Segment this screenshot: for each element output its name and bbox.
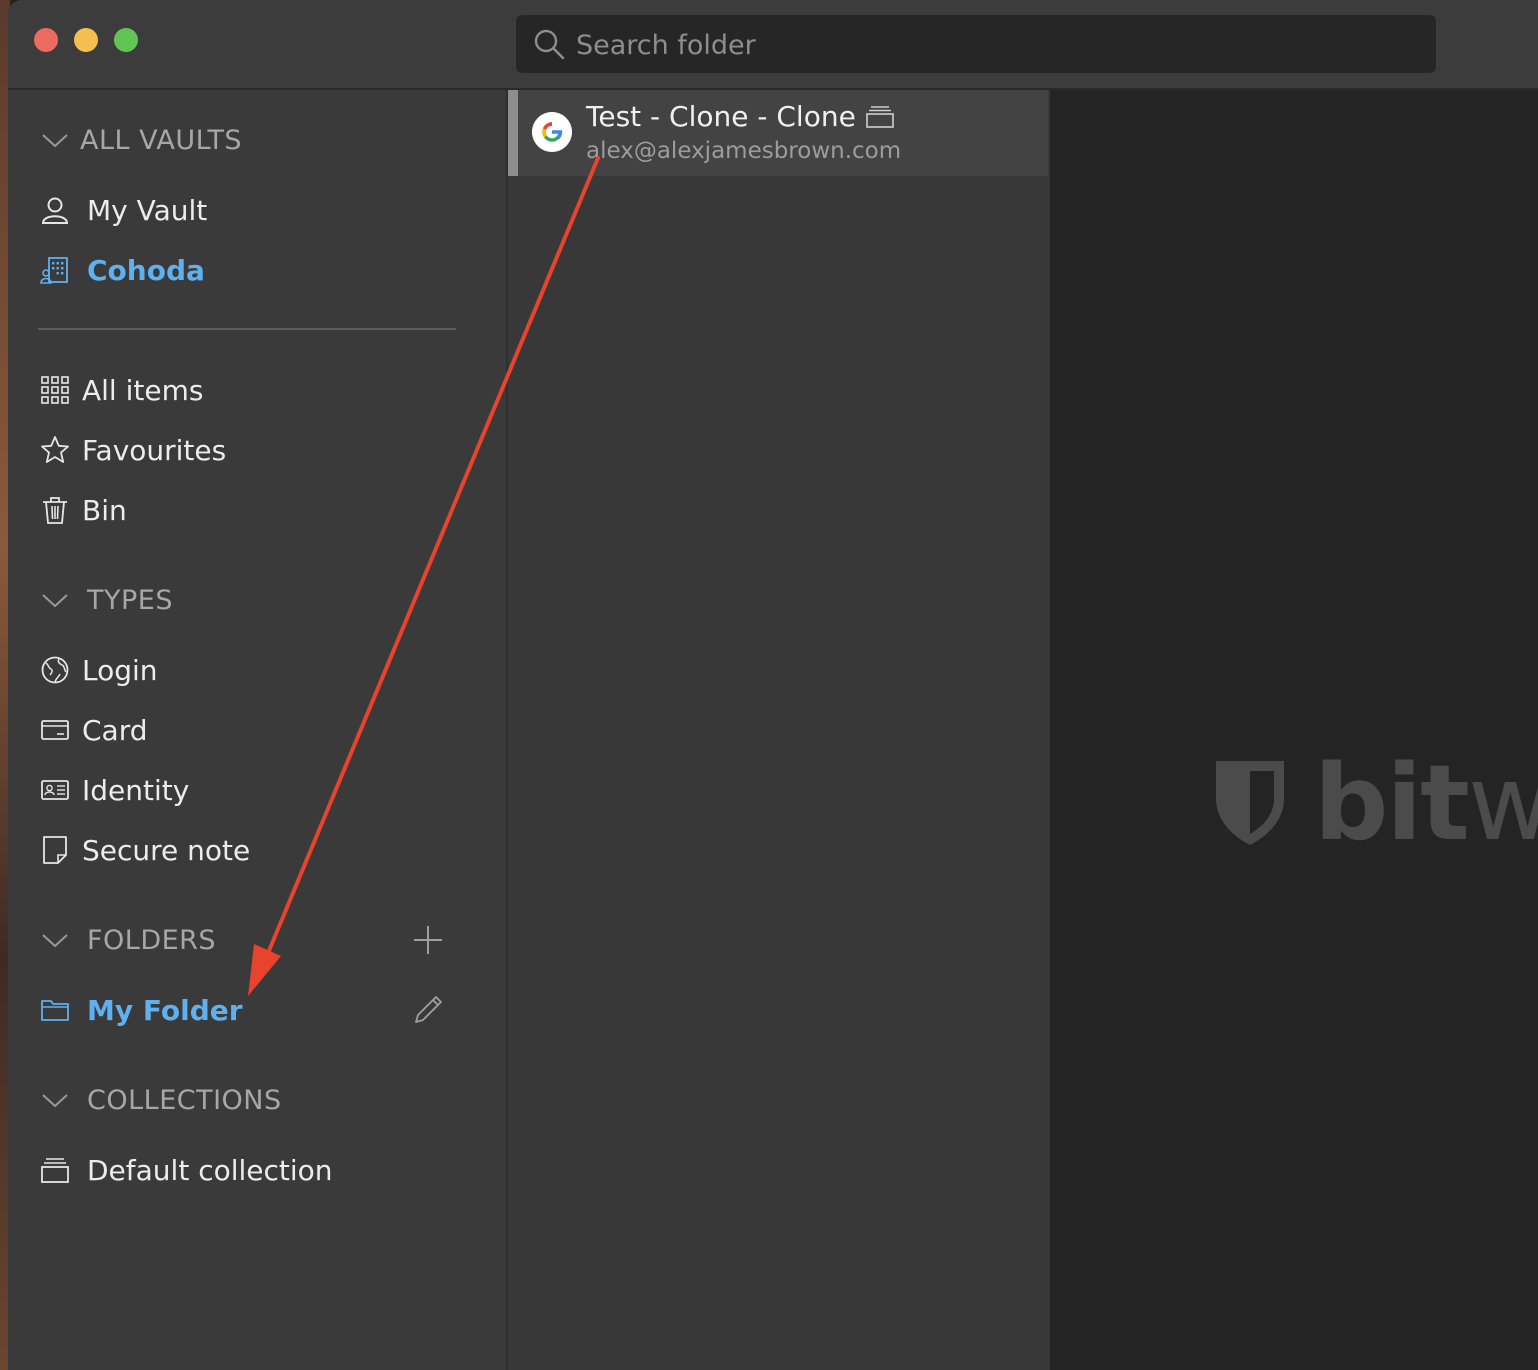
google-icon [532,112,572,152]
trash-icon [43,497,67,524]
section-label: ALL VAULTS [80,124,243,156]
sidebar-item-label: Login [82,653,158,687]
list-item-subtitle: alex@alexjamesbrown.com [586,138,902,164]
sidebar-item-cohoda[interactable]: Cohoda [40,248,205,292]
sidebar-item-label: All items [82,373,204,407]
sidebar-item-secure-note[interactable]: Secure note [40,828,250,872]
building-icon [40,257,68,284]
globe-icon [41,656,69,684]
chevron-down-icon [42,1094,68,1108]
chevron-down-icon [42,934,68,948]
selection-indicator [508,90,518,176]
sidebar-item-card[interactable]: Card [40,708,148,752]
sidebar-item-default-collection[interactable]: Default collection [40,1148,333,1192]
list-item-title-row: Test - Clone - Clone [586,100,894,133]
sidebar-item-bin[interactable]: Bin [40,488,127,532]
sidebar-item-label: My Vault [87,193,208,227]
sidebar-item-label: Card [82,713,148,747]
id-card-icon [41,780,69,800]
all-vaults-header[interactable]: ALL VAULTS [40,120,242,160]
minimize-window-button[interactable] [74,28,98,52]
section-label: TYPES [87,584,173,616]
app-window: ALL VAULTS My Vault Cohoda [8,0,1538,1370]
collection-icon [866,105,894,128]
folders-header[interactable]: FOLDERS [40,920,216,960]
sidebar-divider [38,328,456,330]
collections-header[interactable]: COLLECTIONS [40,1080,282,1120]
sidebar-item-login[interactable]: Login [40,648,158,692]
add-folder-button[interactable] [410,922,446,958]
pencil-icon[interactable] [410,992,446,1028]
sidebar-item-label: Secure note [82,833,251,867]
sidebar-item-my-vault[interactable]: My Vault [40,188,207,232]
sidebar-item-label: Identity [82,773,190,807]
star-icon [41,436,69,463]
list-item[interactable]: Test - Clone - Clone alex@alexjamesbrown… [508,90,1048,176]
note-icon [43,836,67,864]
zoom-window-button[interactable] [114,28,138,52]
sidebar-item-label: Cohoda [87,253,205,287]
search-input[interactable] [574,23,1418,67]
section-label: COLLECTIONS [87,1084,282,1116]
sidebar-item-favourites[interactable]: Favourites [40,428,226,472]
logo-text-light: wa [1467,742,1538,864]
credit-card-icon [41,720,69,740]
shield-icon [1216,761,1284,845]
sidebar-item-label: Bin [82,493,127,527]
grid-icon [41,376,69,404]
titlebar [8,0,1538,90]
bitwarden-logo: bitwa [1214,742,1538,864]
list-item-title: Test - Clone - Clone [586,100,856,133]
item-list: Test - Clone - Clone alex@alexjamesbrown… [506,90,1052,1370]
chevron-down-icon [42,134,68,148]
collection-icon [41,1158,69,1183]
logo-text-bold: bit [1314,742,1470,864]
chevron-down-icon [42,594,68,608]
sidebar: ALL VAULTS My Vault Cohoda All items Fav… [8,90,506,1370]
sidebar-item-all-items[interactable]: All items [40,368,203,412]
user-icon [41,197,69,224]
sidebar-item-identity[interactable]: Identity [40,768,189,812]
sidebar-item-my-folder[interactable]: My Folder [40,988,243,1032]
close-window-button[interactable] [34,28,58,52]
sidebar-item-label: Default collection [87,1153,333,1187]
sidebar-item-label: My Folder [87,993,243,1027]
detail-pane: bitwa [1050,90,1538,1370]
folder-icon [41,1000,69,1021]
section-label: FOLDERS [87,924,217,956]
search-box[interactable] [516,15,1436,73]
types-header[interactable]: TYPES [40,580,173,620]
sidebar-item-label: Favourites [82,433,227,467]
search-icon [534,29,565,60]
